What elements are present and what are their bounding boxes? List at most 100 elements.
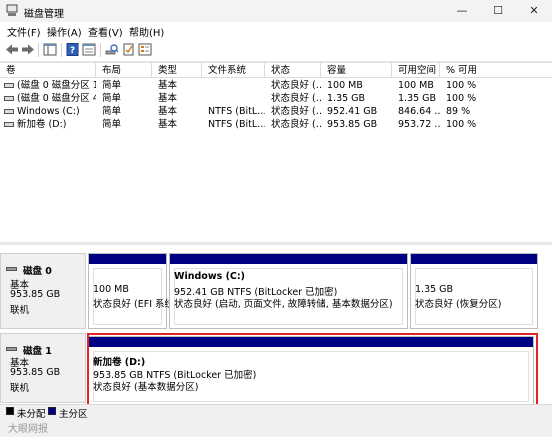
properties-icon[interactable]: [82, 43, 96, 56]
column-header-filesystem[interactable]: 文件系统: [202, 63, 265, 78]
volume-icon: [4, 96, 14, 101]
column-header-volume[interactable]: 卷: [0, 63, 96, 78]
svg-text:?: ?: [70, 46, 75, 56]
cell-volume: (磁盘 0 磁盘分区 1): [0, 79, 96, 92]
cell-type: 基本: [158, 119, 178, 130]
console-tree-icon[interactable]: [43, 43, 57, 56]
cell-free-space: 846.64 …: [398, 106, 440, 117]
menu-file[interactable]: 文件(F): [7, 24, 41, 39]
maximize-button[interactable]: ☐: [480, 0, 516, 22]
partition-status: 状态良好 (启动, 页面文件, 故障转储, 基本数据分区): [174, 299, 393, 310]
column-header-percent-free[interactable]: % 可用: [440, 63, 552, 78]
cell-capacity: 953.85 GB: [327, 119, 378, 130]
cell-status: 状态良好 (…: [271, 106, 321, 117]
cell-type: 基本: [158, 93, 178, 104]
partition-title: Windows (C:): [174, 271, 246, 282]
disk-0-label[interactable]: 磁盘 0 基本 953.85 GB 联机: [0, 253, 86, 329]
column-header-status[interactable]: 状态: [265, 63, 321, 78]
cell-layout: 简单: [102, 119, 122, 130]
cell-filesystem: [202, 92, 265, 105]
cell-layout: 简单: [102, 93, 122, 104]
volume-name: Windows (C:): [17, 106, 80, 117]
cell-filesystem: [202, 79, 265, 92]
disk-management-app-icon: [6, 4, 18, 16]
checklist-icon[interactable]: [122, 43, 136, 56]
cell-volume: Windows (C:): [0, 105, 96, 118]
cell-free-space: 953.72 …: [398, 119, 440, 130]
watermark: 大眼网报: [8, 424, 48, 435]
search-drive-icon[interactable]: [105, 43, 119, 56]
partition-efi[interactable]: 100 MB 状态良好 (EFI 系统: [88, 253, 174, 329]
toolbar-separator: [38, 43, 39, 57]
minimize-button[interactable]: —: [444, 0, 480, 22]
back-arrow-icon[interactable]: [5, 43, 19, 56]
volume-icon: [4, 122, 14, 127]
column-header-capacity[interactable]: 容量: [321, 63, 392, 78]
column-header-free-space[interactable]: 可用空间: [392, 63, 440, 78]
primary-partition-bar: [411, 254, 537, 264]
partition-recovery[interactable]: 1.35 GB 状态良好 (恢复分区): [410, 253, 538, 329]
partition-size: 100 MB: [93, 284, 129, 295]
cell-type: 基本: [158, 80, 178, 91]
disk-icon: [6, 267, 17, 271]
volume-name: (磁盘 0 磁盘分区 4): [17, 93, 96, 104]
primary-partition-bar: [170, 254, 407, 264]
volume-name: (磁盘 0 磁盘分区 1): [17, 80, 96, 91]
disk-size: 953.85 GB: [10, 367, 61, 378]
partition-size: 1.35 GB: [415, 284, 454, 295]
cell-layout: 简单: [102, 80, 122, 91]
partition-windows-c[interactable]: Windows (C:) 952.41 GB NTFS (BitLocker 已…: [169, 253, 408, 329]
cell-free-space: 1.35 GB: [398, 93, 437, 104]
disk-status: 联机: [10, 305, 30, 316]
list-view-icon[interactable]: [138, 43, 152, 56]
legend-swatch-primary: [48, 407, 56, 415]
table-row[interactable]: (磁盘 0 磁盘分区 4) 简单 基本 状态良好 (… 1.35 GB 1.35…: [0, 92, 552, 105]
forward-arrow-icon[interactable]: [21, 43, 35, 56]
menu-bar: 文件(F) 操作(A) 查看(V) 帮助(H): [0, 22, 552, 39]
cell-percent-free: 100 %: [446, 80, 477, 91]
help-icon[interactable]: ?: [66, 43, 80, 56]
cell-percent-free: 89 %: [446, 106, 471, 117]
cell-free-space: 100 MB: [398, 80, 434, 91]
table-row[interactable]: (磁盘 0 磁盘分区 1) 简单 基本 状态良好 (… 100 MB 100 M…: [0, 79, 552, 92]
cell-filesystem: NTFS (BitL…: [208, 119, 265, 130]
column-header-layout[interactable]: 布局: [96, 63, 152, 78]
cell-volume: (磁盘 0 磁盘分区 4): [0, 92, 96, 105]
partition-status: 状态良好 (EFI 系统: [93, 299, 175, 310]
volume-icon: [4, 109, 14, 114]
menu-action[interactable]: 操作(A): [47, 24, 82, 39]
disk-1-label[interactable]: 磁盘 1 基本 953.85 GB 联机: [0, 333, 86, 403]
cell-filesystem: NTFS (BitL…: [208, 106, 265, 117]
toolbar: ?: [0, 39, 552, 62]
menu-view[interactable]: 查看(V): [88, 24, 123, 39]
table-row[interactable]: Windows (C:) 简单 基本 NTFS (BitL… 状态良好 (… 9…: [0, 105, 552, 118]
volume-list: 卷 布局 类型 文件系统 状态 容量 可用空间 % 可用 (磁盘 0 磁盘分区 …: [0, 62, 552, 243]
cell-capacity: 1.35 GB: [327, 93, 366, 104]
legend: 未分配 主分区: [0, 404, 552, 420]
table-row[interactable]: 新加卷 (D:) 简单 基本 NTFS (BitL… 状态良好 (… 953.8…: [0, 118, 552, 131]
volume-name: 新加卷 (D:): [17, 119, 67, 130]
cell-percent-free: 100 %: [446, 93, 477, 104]
primary-partition-bar: [89, 254, 166, 264]
volume-icon: [4, 83, 14, 88]
toolbar-separator: [61, 43, 62, 57]
toolbar-separator: [100, 43, 101, 57]
column-header-type[interactable]: 类型: [152, 63, 202, 78]
window-title: 磁盘管理: [24, 9, 64, 20]
disk-icon: [6, 347, 17, 351]
cell-status: 状态良好 (…: [271, 119, 321, 130]
close-button[interactable]: ✕: [516, 0, 552, 22]
menu-help[interactable]: 帮助(H): [129, 24, 164, 39]
cell-status: 状态良好 (…: [271, 80, 321, 91]
status-bar: 大眼网报: [0, 418, 552, 437]
disk-name: 磁盘 0: [23, 266, 52, 277]
cell-type: 基本: [158, 106, 178, 117]
title-bar: 磁盘管理 — ☐ ✕: [0, 0, 552, 22]
cell-capacity: 952.41 GB: [327, 106, 378, 117]
disk-status: 联机: [10, 383, 30, 394]
disk-size: 953.85 GB: [10, 289, 61, 300]
cell-capacity: 100 MB: [327, 80, 363, 91]
cell-volume: 新加卷 (D:): [0, 118, 96, 131]
partition-status: 状态良好 (恢复分区): [415, 299, 502, 310]
highlight-box: [87, 333, 538, 411]
